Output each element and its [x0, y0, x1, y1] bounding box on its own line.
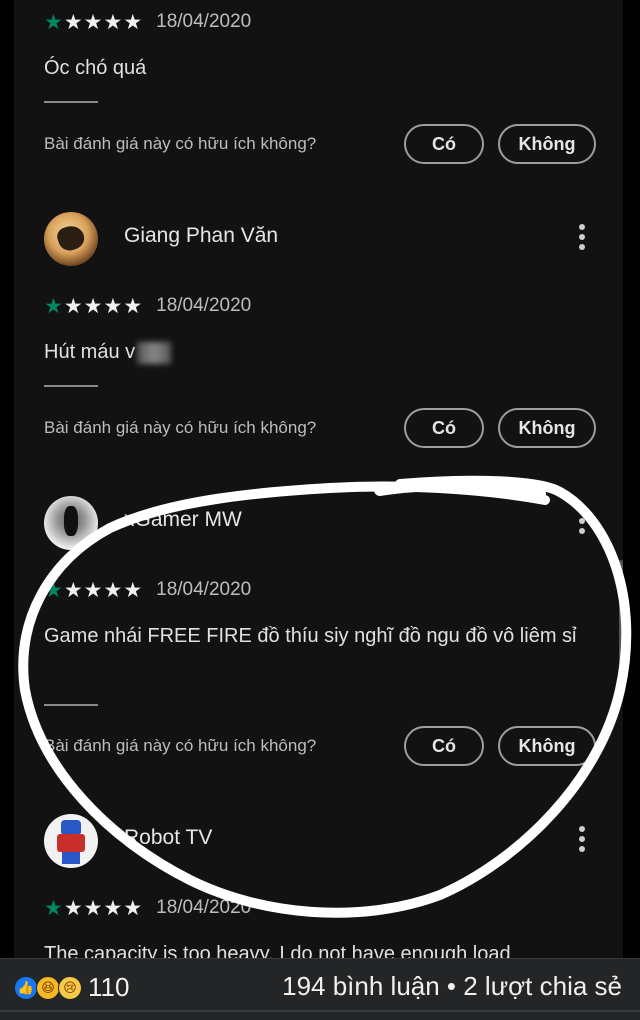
author-name: xGamer MW [124, 508, 242, 531]
avatar[interactable] [44, 814, 98, 868]
author-name: Robot TV [124, 826, 213, 849]
divider [44, 704, 98, 706]
more-vert-icon[interactable] [578, 224, 586, 250]
rating-row: ★ ★ ★ ★ ★ 18/04/2020 [44, 578, 251, 602]
star-rating: ★ ★ ★ ★ ★ [44, 580, 142, 601]
robot-head-shape [61, 820, 81, 834]
reactions-summary[interactable]: 👍 😆 😢 110 [14, 972, 129, 1003]
star-filled-icon: ★ [44, 294, 63, 318]
star-empty-icon: ★ [103, 578, 123, 602]
avatar[interactable] [44, 212, 98, 266]
star-rating: ★ ★ ★ ★ ★ [44, 296, 142, 317]
helpful-no-button[interactable]: Không [498, 408, 596, 448]
star-empty-icon: ★ [123, 896, 143, 920]
star-empty-icon: ★ [123, 10, 143, 34]
helpful-yes-button[interactable]: Có [404, 124, 484, 164]
helpful-no-button[interactable]: Không [498, 726, 596, 766]
star-empty-icon: ★ [63, 294, 83, 318]
helpful-row: Bài đánh giá này có hữu ích không? Có Kh… [14, 408, 623, 448]
review-date: 18/04/2020 [156, 897, 252, 918]
reaction-count: 110 [88, 972, 130, 1002]
sad-reaction-icon: 😢 [58, 975, 82, 1000]
avatar[interactable] [44, 496, 98, 550]
star-filled-icon: ★ [44, 10, 63, 34]
more-vert-icon[interactable] [578, 826, 586, 852]
helpful-question: Bài đánh giá này có hữu ích không? [44, 418, 317, 437]
robot-legs-shape [62, 852, 80, 864]
robot-body-shape [57, 834, 85, 852]
star-empty-icon: ★ [63, 10, 83, 34]
comments-shares-count[interactable]: 194 bình luận • 2 lượt chia sẻ [282, 971, 622, 1002]
more-vert-icon[interactable] [578, 508, 586, 534]
helpful-question: Bài đánh giá này có hữu ích không? [44, 134, 317, 153]
star-empty-icon: ★ [123, 294, 143, 318]
review-text: Óc chó quá [44, 57, 147, 79]
helpful-yes-button[interactable]: Có [404, 726, 484, 766]
scrollbar[interactable] [619, 560, 623, 700]
haha-reaction-icon: 😆 [36, 975, 60, 1000]
star-filled-icon: ★ [44, 896, 63, 920]
star-filled-icon: ★ [44, 578, 63, 602]
blurred-censor [137, 341, 172, 364]
star-empty-icon: ★ [83, 10, 103, 34]
review-header: xGamer MW [14, 494, 623, 554]
play-store-reviews-screen: ★ ★ ★ ★ ★ 18/04/2020 Óc chó quá Bài đánh giá… [14, 0, 623, 958]
star-empty-icon: ★ [103, 896, 123, 920]
divider [44, 385, 98, 387]
star-empty-icon: ★ [103, 10, 123, 34]
review-date: 18/04/2020 [156, 579, 252, 600]
review-date: 18/04/2020 [156, 11, 252, 32]
rating-row: ★ ★ ★ ★ ★ 18/04/2020 [44, 294, 251, 318]
helpful-no-button[interactable]: Không [498, 124, 596, 164]
facebook-post-footer: 👍 😆 😢 110 194 bình luận • 2 lượt chia sẻ [0, 958, 640, 1020]
star-rating: ★ ★ ★ ★ ★ [44, 898, 142, 919]
like-reaction-icon: 👍 [14, 975, 38, 1000]
helpful-row: Bài đánh giá này có hữu ích không? Có Kh… [14, 726, 623, 766]
star-empty-icon: ★ [63, 896, 83, 920]
helpful-row: Bài đánh giá này có hữu ích không? Có Kh… [14, 124, 623, 164]
review-text-visible: Hút máu v [44, 341, 136, 363]
star-empty-icon: ★ [83, 578, 103, 602]
divider [44, 101, 98, 103]
review-header: Giang Phan Văn [14, 210, 623, 270]
rating-row: ★ ★ ★ ★ ★ 18/04/2020 [44, 10, 251, 34]
author-name: Giang Phan Văn [124, 224, 279, 247]
star-empty-icon: ★ [103, 294, 123, 318]
review-date: 18/04/2020 [156, 295, 252, 316]
star-empty-icon: ★ [63, 578, 83, 602]
star-empty-icon: ★ [123, 578, 143, 602]
star-rating: ★ ★ ★ ★ ★ [44, 12, 142, 33]
helpful-yes-button[interactable]: Có [404, 408, 484, 448]
rating-row: ★ ★ ★ ★ ★ 18/04/2020 [44, 896, 251, 920]
review-text: Hút máu v [44, 336, 584, 368]
review-text: The capacity is too heavy. I do not have… [44, 943, 511, 958]
star-empty-icon: ★ [83, 294, 103, 318]
review-header: Robot TV [14, 812, 623, 872]
helpful-question: Bài đánh giá này có hữu ích không? [44, 736, 317, 755]
star-empty-icon: ★ [83, 896, 103, 920]
review-text: Game nhái FREE FIRE đồ thíu siy nghĩ đồ … [44, 625, 577, 647]
